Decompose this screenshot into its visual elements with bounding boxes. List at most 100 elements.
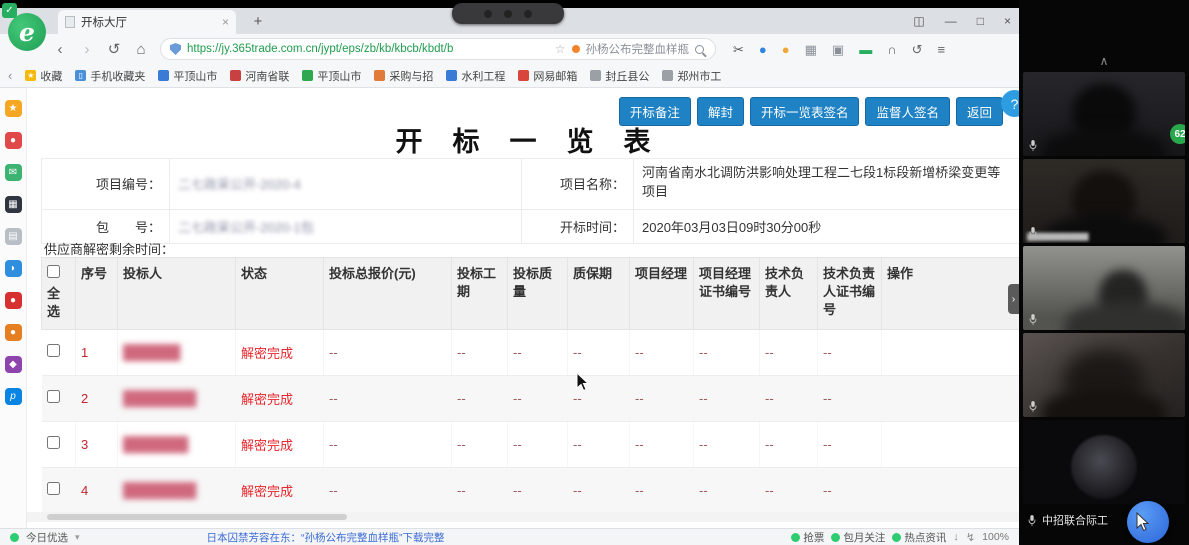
bookmark-item[interactable]: 采购与招 — [374, 68, 433, 84]
maximize-icon[interactable]: □ — [977, 14, 984, 28]
tech-lead-cell: -- — [760, 421, 818, 467]
video-feed[interactable]: 62 — [1023, 72, 1185, 156]
pin-window-icon[interactable]: ◫ — [913, 14, 924, 28]
help-bubble[interactable]: ? — [1001, 90, 1019, 117]
toolbar-icon[interactable]: ∩ — [887, 43, 896, 56]
toolbar-icon[interactable]: ▦ — [805, 43, 817, 56]
tech-lead-cell: -- — [760, 375, 818, 421]
bookmarks-overflow-icon[interactable]: ‹ — [8, 68, 12, 83]
download-icon[interactable]: ↓ — [953, 531, 959, 543]
bookmark-item[interactable]: 河南省联 — [230, 68, 289, 84]
page-title: 开标一览表 — [27, 120, 1019, 159]
bookmark-item[interactable]: ★ 收藏 — [25, 68, 62, 84]
dock-app-icon[interactable]: ▤ — [5, 228, 22, 245]
status-tool-item[interactable]: 抢票 — [791, 530, 824, 545]
bookmark-favicon-icon: ▯ — [75, 70, 86, 81]
row-checkbox[interactable] — [47, 482, 60, 495]
bookmark-item[interactable]: 水利工程 — [446, 68, 505, 84]
table-row: 3 ████████ 解密完成 -- -- -- -- -- -- -- -- — [42, 421, 1020, 467]
refresh-button[interactable]: ↺ — [106, 40, 122, 58]
bookmark-item[interactable]: 封丘县公 — [590, 68, 649, 84]
warranty-cell: -- — [568, 329, 630, 375]
page-area: ★ ● ✉ ▦ ▤ ◗ ● ● ◆ p 开标备注解封开标一览表签名监督人签名返回 ? 开标一览表 … — [0, 88, 1019, 528]
back-button[interactable]: ‹ — [52, 41, 68, 58]
status-tool-item[interactable]: 包月关注 — [831, 530, 885, 545]
toolbar-icon[interactable]: ● — [782, 43, 790, 56]
forward-button[interactable]: › — [79, 41, 95, 58]
dock-app-icon[interactable]: ★ — [5, 100, 22, 117]
recording-toolbar-pill[interactable] — [452, 3, 564, 24]
dock-app-icon[interactable]: ● — [5, 324, 22, 341]
video-feed[interactable]: ▇▇▇▇▇▇▇▇▇▇ — [1023, 159, 1185, 243]
video-feed[interactable] — [1023, 420, 1185, 504]
column-header: 项目经理证书编号 — [694, 258, 760, 330]
security-shield-icon — [170, 43, 181, 55]
search-icon[interactable] — [695, 45, 704, 54]
dock-app-icon[interactable]: p — [5, 388, 22, 405]
project-no-cell: 二七政采公开-2020-4 — [170, 159, 522, 210]
bid-price-cell: -- — [324, 329, 452, 375]
video-feed[interactable] — [1023, 246, 1185, 330]
bookmark-item[interactable]: 平顶山市 — [158, 68, 217, 84]
select-all-checkbox[interactable] — [47, 265, 60, 278]
dock-app-icon[interactable]: ◆ — [5, 356, 22, 373]
dock-app-icon[interactable]: ◗ — [5, 260, 22, 277]
row-number: 1 — [76, 329, 118, 375]
video-feed[interactable] — [1023, 333, 1185, 417]
toolbar-icon[interactable]: ▣ — [832, 43, 844, 56]
row-checkbox[interactable] — [47, 436, 60, 449]
toolbar-icon[interactable]: ✂ — [733, 43, 744, 56]
caret-down-icon[interactable]: ▾ — [75, 532, 80, 543]
new-tab-button[interactable]: + — [247, 11, 269, 32]
bookmark-item[interactable]: 平顶山市 — [302, 68, 361, 84]
row-checkbox[interactable] — [47, 390, 60, 403]
bookmark-label: 手机收藏夹 — [90, 68, 145, 84]
column-header: 状态 — [236, 258, 324, 330]
panel-action-button[interactable] — [1127, 501, 1169, 543]
bid-table: 全选 序号投标人状态投标总报价(元)投标工期投标质量质保期项目经理项目经理证书编… — [41, 257, 1019, 514]
dock-app-icon[interactable]: ● — [5, 292, 22, 309]
dock-app-icon[interactable]: ● — [5, 132, 22, 149]
project-name-label: 项目名称： — [522, 159, 634, 210]
bookmark-item[interactable]: ▯ 手机收藏夹 — [75, 68, 145, 84]
manager-cert-cell: -- — [694, 375, 760, 421]
hot-search-text[interactable]: 孙杨公布完整血样瓶 — [586, 41, 690, 57]
toolbar-icon[interactable]: ● — [759, 43, 767, 56]
home-button[interactable]: ⌂ — [133, 41, 149, 58]
scrollbar-thumb[interactable] — [47, 514, 347, 520]
toolbar-icon[interactable]: ≡ — [937, 43, 945, 56]
bookmark-star-icon[interactable]: ☆ — [555, 42, 566, 56]
bid-price-cell: -- — [324, 375, 452, 421]
zoom-level[interactable]: 100% — [982, 531, 1009, 543]
tab-bid-opening-hall[interactable]: 开标大厅 × — [58, 10, 236, 34]
collapse-panel-handle[interactable]: › — [1008, 284, 1019, 314]
toolbar-icon[interactable]: ▬ — [859, 43, 872, 56]
collapse-chevron-icon[interactable]: ∧ — [1019, 54, 1189, 68]
screen: ✓ e 开标大厅 × + ◫ — □ × ‹ › ↺ ⌂ — [0, 0, 1189, 545]
bookmarks-bar: ‹ ★ 收藏 ▯ 手机收藏夹 平顶山市 河南省联 平顶山市 — [0, 64, 1019, 88]
horizontal-scrollbar[interactable] — [27, 512, 1019, 522]
bookmark-item[interactable]: 网易邮箱 — [518, 68, 577, 84]
dock-app-icon[interactable]: ✉ — [5, 164, 22, 181]
quality-cell: -- — [508, 467, 568, 513]
decrypt-status: 解密完成 — [236, 329, 324, 375]
status-tool-item[interactable]: 热点资讯 — [892, 530, 946, 545]
row-select-cell — [42, 421, 76, 467]
duration-cell: -- — [452, 329, 508, 375]
close-icon[interactable]: × — [1004, 14, 1011, 28]
bookmark-item[interactable]: 郑州市工 — [662, 68, 721, 84]
dock-app-icon[interactable]: ▦ — [5, 196, 22, 213]
status-news-link[interactable]: 日本囚禁芳容在东：“孙杨公布完整血样瓶”下载完整 — [207, 530, 445, 545]
toolbar-icon[interactable]: ↺ — [912, 43, 923, 56]
page-content: 开标备注解封开标一览表签名监督人签名返回 ? 开标一览表 项目编号： 二七政采公… — [27, 88, 1019, 528]
row-checkbox[interactable] — [47, 344, 60, 357]
today-pick-label[interactable]: 今日优选 — [26, 530, 68, 545]
bookmark-label: 平顶山市 — [317, 68, 361, 84]
tech-cert-cell: -- — [818, 329, 882, 375]
participant-count-badge: 62 — [1170, 124, 1185, 144]
browser-logo[interactable]: e — [8, 13, 46, 51]
address-input[interactable]: https://jy.365trade.com.cn/jypt/eps/zb/k… — [160, 38, 716, 60]
tab-close-icon[interactable]: × — [222, 15, 229, 29]
minimize-icon[interactable]: — — [945, 14, 957, 28]
boost-icon[interactable]: ↯ — [966, 531, 975, 544]
